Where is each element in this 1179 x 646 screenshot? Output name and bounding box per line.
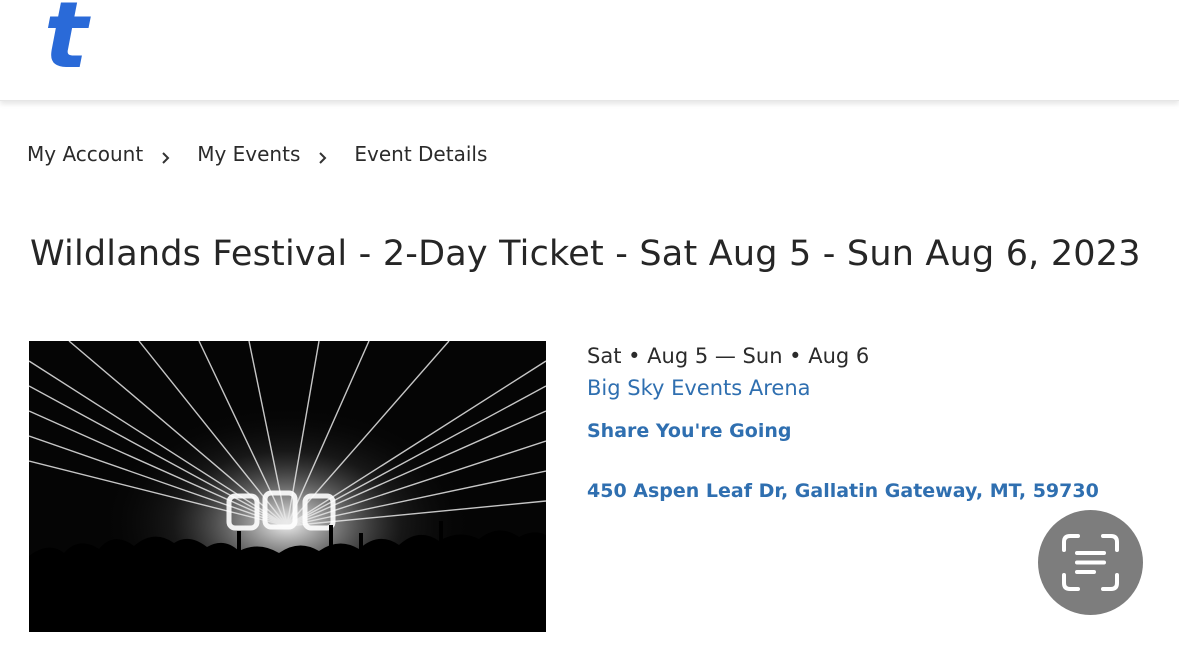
event-dates: Sat • Aug 5 — Sun • Aug 6 bbox=[587, 344, 870, 368]
concert-photo bbox=[29, 341, 546, 632]
chevron-right-icon bbox=[318, 151, 340, 165]
breadcrumb-my-events[interactable]: My Events bbox=[197, 142, 300, 166]
top-header: t bbox=[0, 0, 1179, 101]
text-scan-button[interactable] bbox=[1038, 510, 1143, 615]
share-link[interactable]: Share You're Going bbox=[587, 420, 791, 442]
ticketmaster-logo[interactable]: t bbox=[44, 0, 88, 86]
chevron-right-icon bbox=[161, 151, 183, 165]
breadcrumb: My Account My Events Event Details bbox=[27, 140, 487, 168]
event-image bbox=[29, 341, 546, 632]
page-title: Wildlands Festival - 2-Day Ticket - Sat … bbox=[30, 234, 1141, 274]
venue-link[interactable]: Big Sky Events Arena bbox=[587, 376, 811, 400]
text-scan-icon bbox=[1062, 534, 1119, 591]
address-link[interactable]: 450 Aspen Leaf Dr, Gallatin Gateway, MT,… bbox=[587, 480, 1099, 502]
breadcrumb-event-details: Event Details bbox=[354, 142, 488, 166]
breadcrumb-my-account[interactable]: My Account bbox=[27, 142, 143, 166]
